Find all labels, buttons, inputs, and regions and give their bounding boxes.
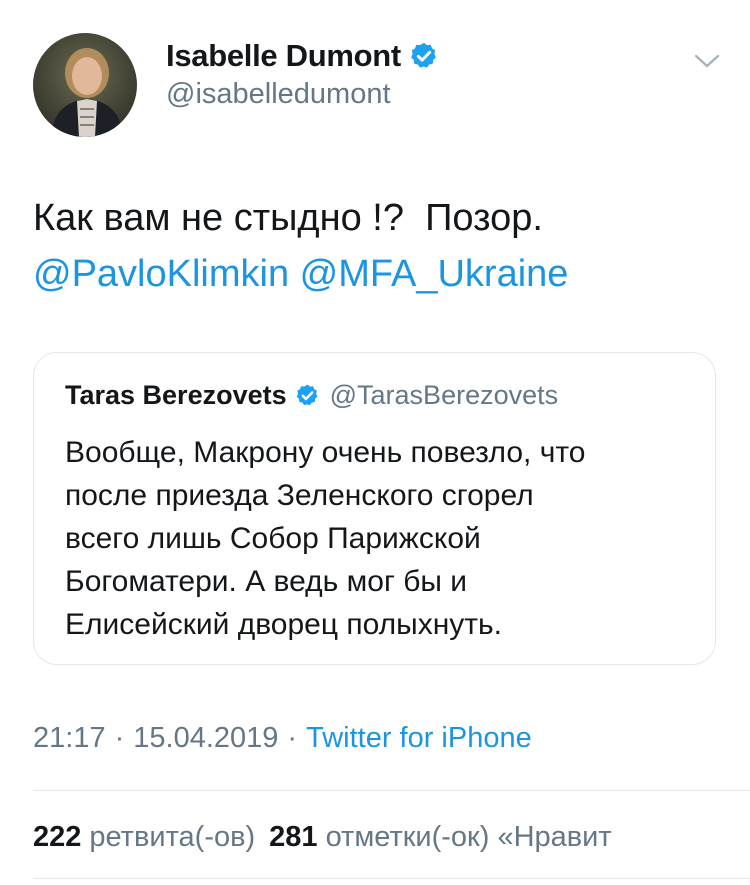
likes-label[interactable]: отметки(-ок) «Нравит [326, 821, 612, 854]
quoted-tweet-text: Вообще, Макрону очень повезло, что после… [65, 431, 695, 646]
quoted-author-name: Taras Berezovets [65, 379, 287, 410]
chevron-down-icon[interactable] [692, 50, 722, 72]
author-handle[interactable]: @isabelledumont [166, 78, 391, 111]
retweets-label[interactable]: ретвита(-ов) [89, 821, 255, 854]
verified-badge-icon [411, 42, 436, 68]
meta-separator: · [114, 721, 125, 754]
quoted-text-line: Богоматери. А ведь мог бы и [65, 565, 468, 598]
tweet-source-link[interactable]: Twitter for iPhone [306, 722, 532, 755]
avatar-photo [33, 33, 137, 137]
retweets-count[interactable]: 222 [33, 821, 81, 854]
tweet-time: 21:17 [33, 721, 106, 754]
tweet-stats: 222 ретвита(-ов) 281 отметки(-ок) «Нрави… [33, 817, 626, 857]
avatar[interactable] [33, 33, 137, 137]
quoted-tweet-card[interactable]: Taras Berezovets @TarasBerezovets Вообще… [33, 352, 716, 665]
meta-separator: · [287, 721, 298, 754]
likes-count[interactable]: 281 [269, 821, 317, 854]
tweet-date: 15.04.2019 [133, 721, 279, 754]
mention-link[interactable]: @MFA_Ukraine [300, 253, 569, 295]
mention-link[interactable]: @PavloKlimkin [33, 253, 289, 295]
quoted-author-handle: @TarasBerezovets [329, 379, 559, 410]
tweet-meta: 21:17 · 15.04.2019 · Twitter for iPhone [33, 718, 532, 758]
quoted-text-line: Елисейский дворец полыхнуть. [65, 608, 502, 641]
tweet-text: Как вам не стыдно !? Позор. @PavloKlimki… [33, 190, 723, 302]
quoted-text-line: Вообще, Макрону очень повезло, что [65, 436, 586, 469]
tweet-mentions-line: @PavloKlimkin @MFA_Ukraine [33, 246, 723, 302]
tweet-text-line: Как вам не стыдно !? Позор. [33, 197, 543, 239]
divider [33, 878, 750, 879]
verified-badge-icon [296, 384, 318, 405]
quoted-text-line: после приезда Зеленского сгорел [65, 479, 534, 512]
author-name-row[interactable]: Isabelle Dumont [166, 35, 439, 77]
quoted-tweet-header: Taras Berezovets @TarasBerezovets [65, 377, 558, 413]
quoted-text-line: всего лишь Собор Парижской [65, 522, 481, 555]
author-name[interactable]: Isabelle Dumont [166, 38, 401, 74]
divider [33, 790, 750, 791]
